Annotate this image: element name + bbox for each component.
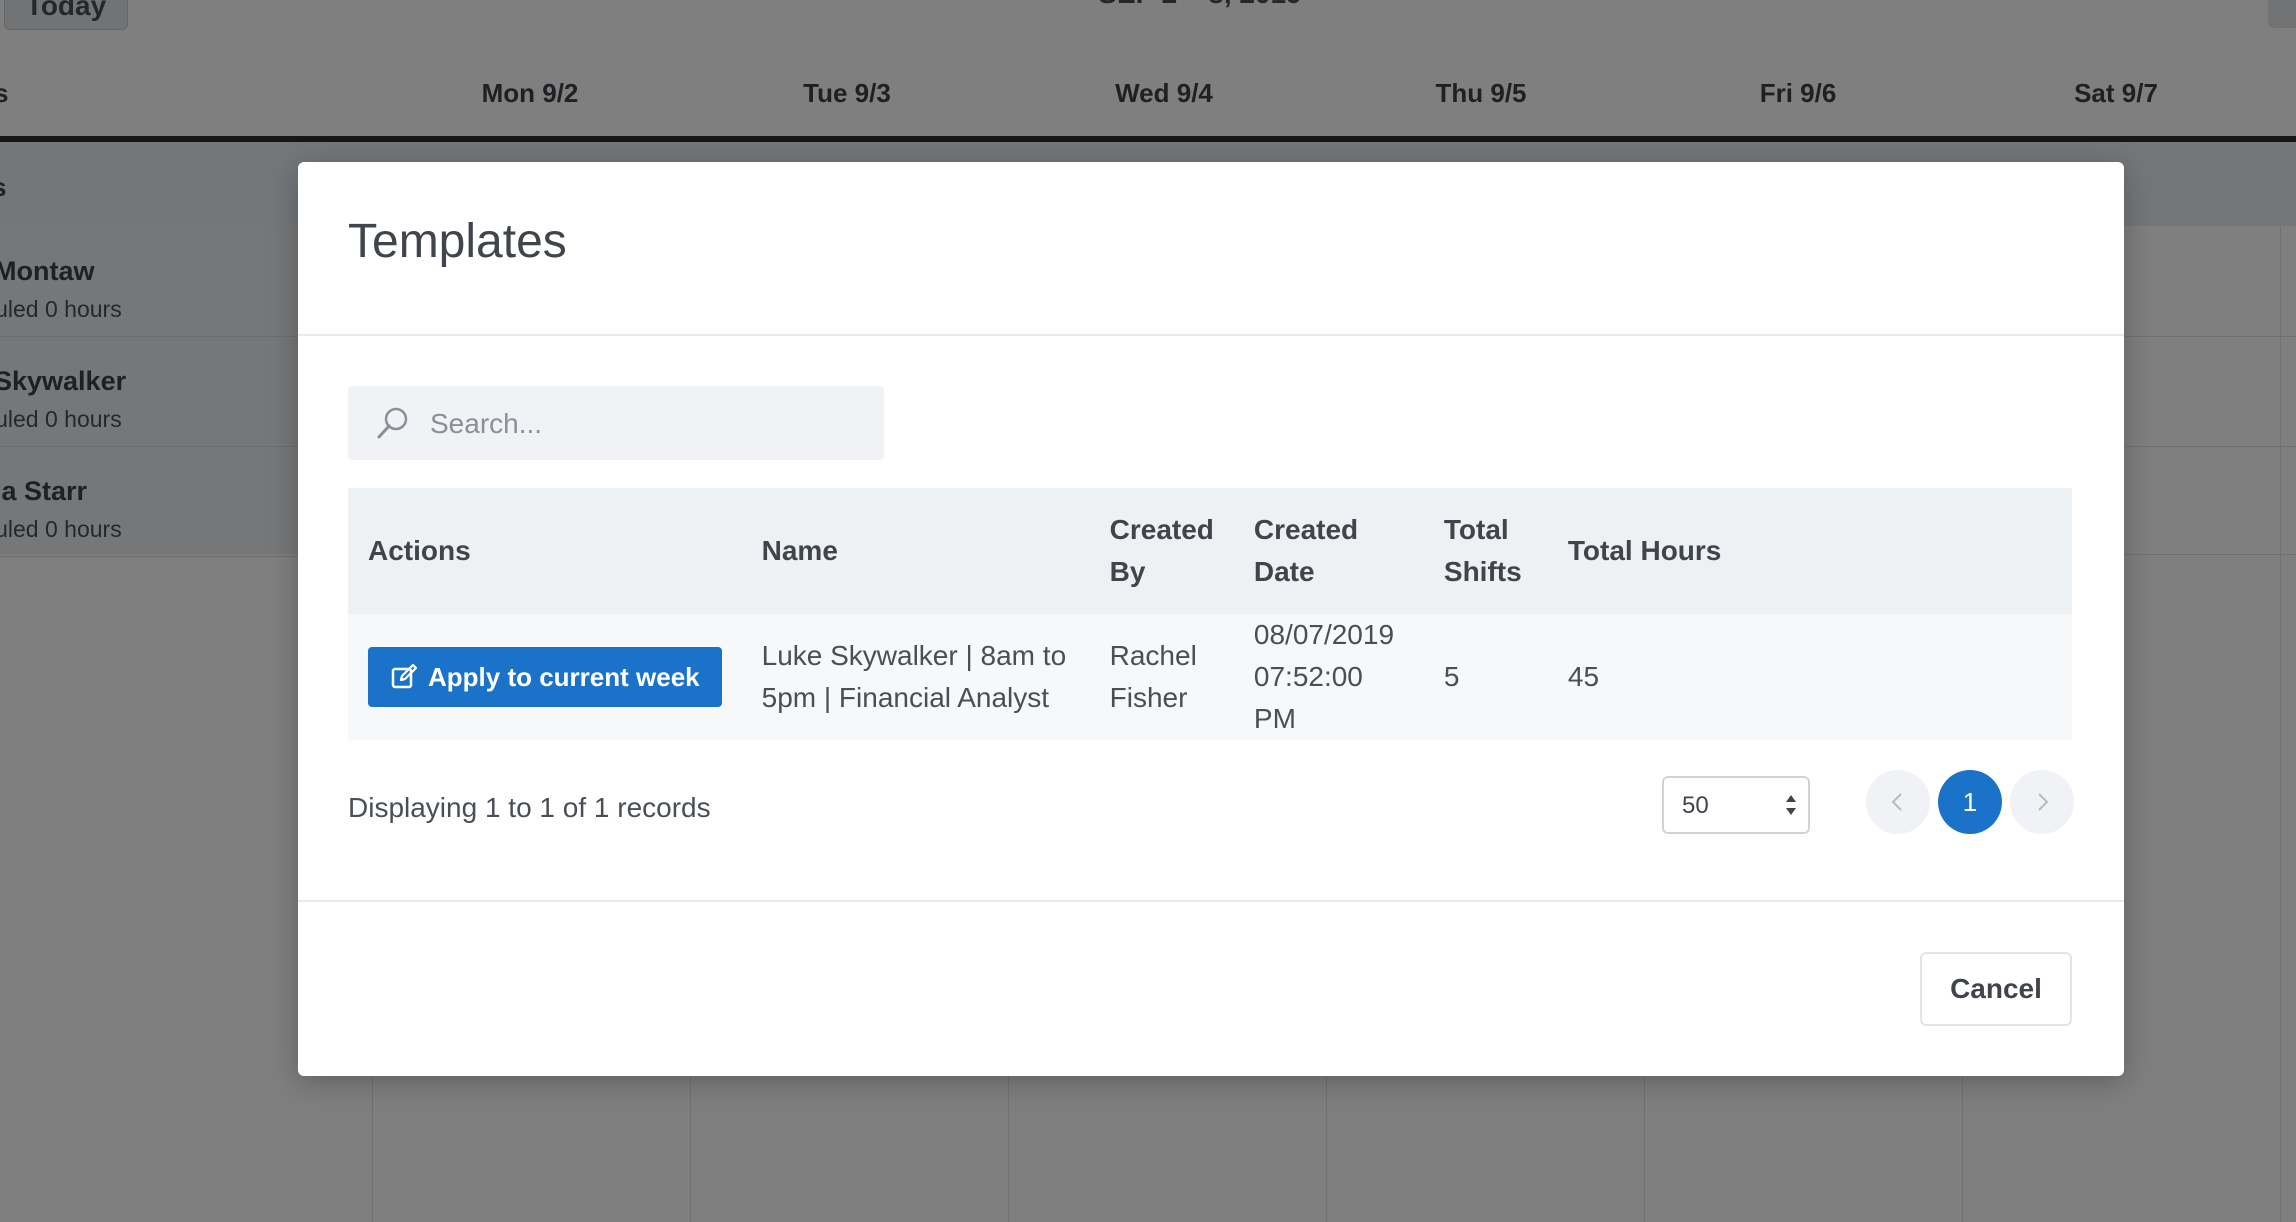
templates-modal: Templates Actions Name Created By Create… (298, 162, 2124, 1076)
modal-footer-divider (298, 900, 2124, 902)
modal-title: Templates (348, 215, 567, 268)
created-by-cell: Rachel Fisher (1089, 614, 1234, 740)
select-arrows-icon (1786, 795, 1796, 815)
search-icon (377, 407, 408, 439)
templates-table: Actions Name Created By Created Date Tot… (348, 488, 2072, 740)
template-name-cell: Luke Skywalker | 8am to 5pm | Financial … (741, 614, 1090, 740)
table-row: Apply to current week Luke Skywalker | 8… (348, 614, 2072, 740)
column-header-actions[interactable]: Actions (348, 488, 742, 614)
actions-cell: Apply to current week (348, 614, 742, 740)
modal-header: Templates (298, 162, 2124, 336)
next-page-button[interactable] (2010, 770, 2074, 834)
search-box[interactable] (348, 386, 884, 462)
chevron-right-icon (2038, 793, 2049, 811)
cancel-button[interactable]: Cancel (1920, 952, 2072, 1026)
column-header-total-shifts[interactable]: Total Shifts (1423, 488, 1548, 614)
edit-icon (391, 663, 418, 689)
created-date-cell: 08/07/2019 07:52:00 PM (1233, 614, 1424, 740)
records-count: Displaying 1 to 1 of 1 records (348, 792, 711, 823)
column-header-created-date[interactable]: Created Date (1233, 488, 1424, 614)
search-input[interactable] (428, 386, 872, 462)
table-header-row: Actions Name Created By Created Date Tot… (348, 488, 2072, 614)
column-header-name[interactable]: Name (741, 488, 1090, 614)
total-hours-cell: 45 (1547, 614, 2072, 740)
chevron-left-icon (1891, 793, 1902, 811)
total-shifts-cell: 5 (1423, 614, 1548, 740)
apply-to-current-week-button[interactable]: Apply to current week (368, 647, 722, 707)
per-page-value: 50 (1682, 792, 1709, 819)
apply-button-label: Apply to current week (428, 661, 700, 692)
column-header-total-hours[interactable]: Total Hours (1547, 488, 2072, 614)
page-button-current[interactable]: 1 (1938, 770, 2002, 834)
previous-page-button[interactable] (1866, 770, 1930, 834)
column-header-created-by[interactable]: Created By (1089, 488, 1234, 614)
per-page-select[interactable]: 50 (1662, 776, 1810, 834)
